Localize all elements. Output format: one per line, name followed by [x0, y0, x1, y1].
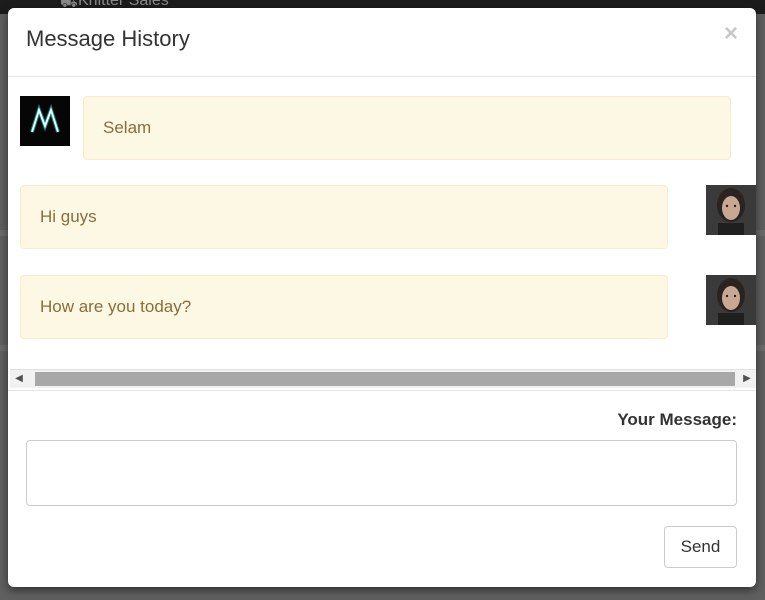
close-icon[interactable]: × [724, 22, 738, 46]
message-bubble: Hi guys [20, 185, 668, 249]
send-button[interactable]: Send [664, 526, 737, 568]
message-list: Selam Hi guys How are you today? [8, 77, 756, 367]
message-item: How are you today? [8, 275, 756, 339]
message-input-label: Your Message: [617, 410, 737, 429]
modal-title: Message History [26, 26, 190, 51]
message-history-modal: Message History × Selam Hi guys How are … [8, 8, 756, 587]
message-bubble: Selam [83, 96, 731, 160]
user-portrait-avatar [706, 185, 756, 235]
message-item: Hi guys [8, 185, 756, 249]
message-bubble: How are you today? [20, 275, 668, 339]
scroll-left-icon[interactable]: ◀ [10, 370, 28, 388]
user-portrait-avatar [706, 275, 756, 325]
message-item: Selam [8, 96, 756, 160]
horizontal-scrollbar[interactable]: ◀ ▶ [10, 369, 756, 388]
divider [8, 390, 756, 391]
scroll-right-icon[interactable]: ▶ [738, 370, 756, 388]
scrollbar-thumb[interactable] [35, 372, 735, 386]
message-input[interactable] [26, 440, 737, 506]
modal-header: Message History × [8, 8, 756, 77]
dj-logo-avatar [20, 96, 70, 146]
